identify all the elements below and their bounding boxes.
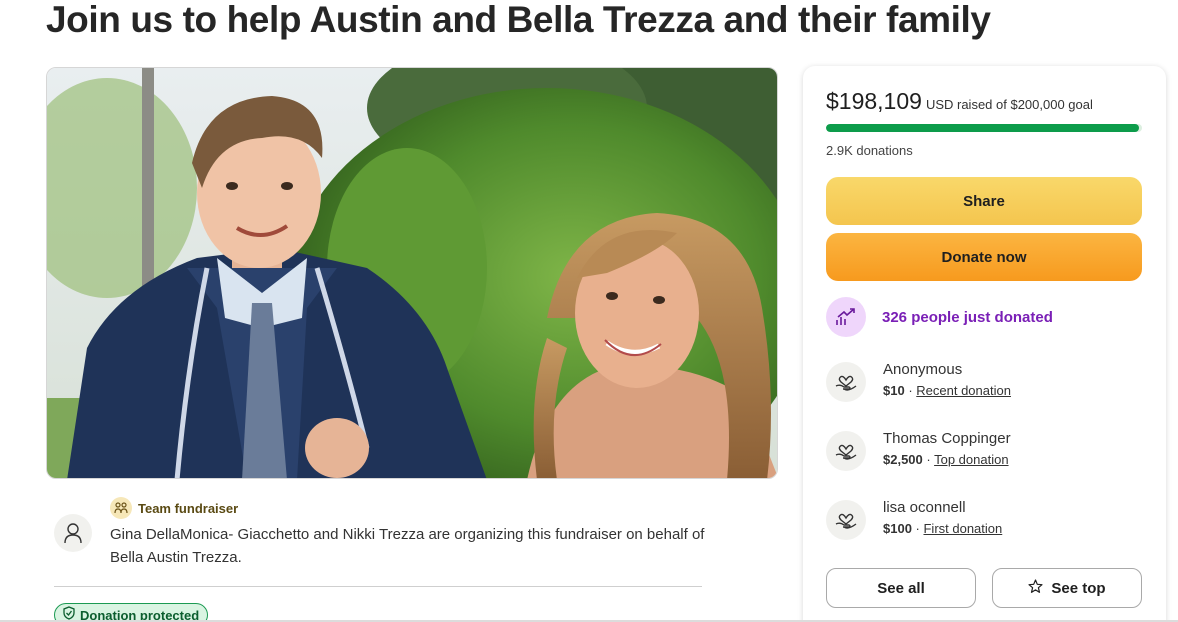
see-all-label: See all: [877, 579, 925, 597]
hero-photo: [47, 68, 777, 478]
separator: ·: [922, 452, 935, 467]
donor-name: Thomas Coppinger: [883, 430, 1011, 447]
raised-goal-text: USD raised of $200,000 goal: [925, 97, 1093, 112]
amount-raised: $198,109 USD raised of $200,000 goal: [826, 88, 1093, 115]
donor-item: Thomas Coppinger $2,500 · Top donation: [826, 429, 1011, 471]
page-title: Join us to help Austin and Bella Trezza …: [46, 0, 991, 40]
first-donation-link[interactable]: First donation: [923, 521, 1002, 536]
team-fundraiser-row: Team fundraiser: [110, 497, 238, 519]
organizer-description: Gina DellaMonica- Giacchetto and Nikki T…: [110, 526, 705, 566]
separator: ·: [904, 383, 917, 398]
donor-name: Anonymous: [883, 361, 963, 378]
divider: [54, 586, 702, 587]
trend-text: 326 people just donated: [882, 308, 1053, 326]
heart-hand-icon: [826, 500, 866, 540]
separator: ·: [911, 521, 924, 536]
recent-donation-link[interactable]: Recent donation: [916, 383, 1011, 398]
progress-bar: [826, 124, 1142, 132]
donations-count: 2.9K donations: [826, 143, 913, 158]
donor-amount: $10: [883, 383, 905, 398]
star-icon: [1028, 578, 1044, 598]
progress-fill: [826, 124, 1139, 132]
team-fundraiser-label: Team fundraiser: [138, 500, 239, 516]
raised-amount: $198,109: [826, 88, 922, 114]
team-icon: [110, 497, 132, 519]
heart-hand-icon: [826, 362, 866, 402]
donor-item: lisa oconnell $100 · First donation: [826, 498, 1002, 540]
share-button[interactable]: Share: [826, 177, 1142, 225]
donor-amount: $2,500: [883, 452, 923, 467]
recent-donations-trend: 326 people just donated: [826, 297, 1053, 337]
donate-now-button[interactable]: Donate now: [826, 233, 1142, 281]
user-icon: [54, 514, 92, 552]
see-top-button[interactable]: See top: [992, 568, 1142, 608]
donor-item: Anonymous $10 · Recent donation: [826, 360, 1011, 402]
see-top-label: See top: [1051, 579, 1106, 597]
heart-hand-icon: [826, 431, 866, 471]
campaign-hero-image[interactable]: [46, 67, 778, 479]
top-donation-link[interactable]: Top donation: [934, 452, 1008, 467]
donation-card: $198,109 USD raised of $200,000 goal 2.9…: [803, 66, 1166, 622]
donor-amount: $100: [883, 521, 912, 536]
trending-up-icon: [826, 297, 866, 337]
see-all-button[interactable]: See all: [826, 568, 976, 608]
donor-name: lisa oconnell: [883, 499, 966, 516]
